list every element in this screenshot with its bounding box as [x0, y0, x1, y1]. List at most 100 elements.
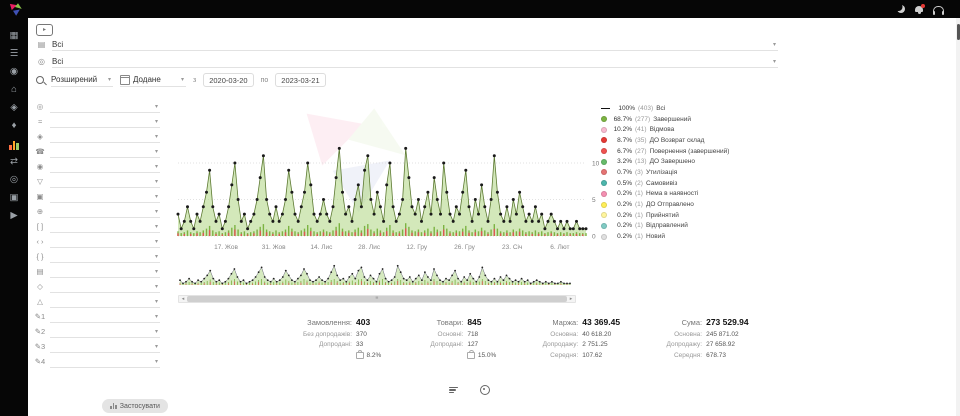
store-icon[interactable]: ⌂: [6, 84, 22, 96]
orders-icon[interactable]: ☰: [6, 48, 22, 60]
legend-count: (1): [635, 201, 643, 208]
utm-campaign-select[interactable]: [50, 251, 160, 263]
utm-medium-icon: ‹ ›: [34, 237, 46, 246]
legend-item[interactable]: 68.7%(277)Завершений: [601, 114, 729, 125]
utm-medium-select[interactable]: [50, 236, 160, 248]
dashboard-icon[interactable]: ▦: [6, 30, 22, 42]
top-filter-row-3: Розширений Додане з 2020-03-20 по 2023-0…: [36, 72, 326, 88]
svg-text:5: 5: [592, 197, 596, 204]
products-icon[interactable]: ◈: [6, 102, 22, 114]
note-3-select[interactable]: [50, 341, 160, 353]
stat-sub-value: 15.0%: [467, 352, 496, 359]
status-filter-icon: ◎: [36, 57, 47, 66]
notifications-bell-icon[interactable]: [915, 6, 923, 12]
legend-item[interactable]: 0.7%(3)Утилізація: [601, 167, 729, 178]
legend-item[interactable]: 0.2%(1)Відправлений: [601, 221, 729, 232]
scroll-left-icon[interactable]: ◂: [179, 296, 187, 302]
date-field-select[interactable]: Додане: [120, 74, 186, 87]
stat-value: 403: [356, 317, 370, 327]
phone-select[interactable]: [50, 146, 160, 158]
legend-item[interactable]: 0.2%(1)Прийнятий: [601, 210, 729, 221]
legend-pct: 0.5%: [610, 180, 632, 187]
video-icon[interactable]: ▶: [6, 210, 22, 222]
utm-content-select[interactable]: [50, 281, 160, 293]
group-icon: ◈: [34, 132, 46, 141]
stat-value: 273 529.94: [706, 317, 749, 327]
filter-row-trend: ≈: [34, 114, 160, 129]
date-to-input[interactable]: 2023-03-21: [275, 73, 325, 87]
product-select[interactable]: [50, 191, 160, 203]
main-chart[interactable]: 051017. Жов31. Жов14. Лис28. Лис12. Гру2…: [176, 96, 628, 256]
funnel-select[interactable]: [50, 176, 160, 188]
legend-pct: 68.7%: [610, 116, 632, 123]
filter2-select[interactable]: Всі: [52, 55, 778, 68]
legend-item[interactable]: 0.2%(1)ДО Отправлено: [601, 199, 729, 210]
utm-term-icon: ▤: [34, 267, 46, 276]
legend-label: ДО Отправлено: [646, 201, 694, 208]
legend-item[interactable]: 10.2%(41)Відмова: [601, 124, 729, 135]
legend-item[interactable]: 0.5%(2)Самовивіз: [601, 178, 729, 189]
page-scrollbar-thumb[interactable]: [957, 24, 960, 40]
legend-item[interactable]: 0.2%(1)Новий: [601, 231, 729, 242]
legend-label: Відмова: [650, 126, 675, 133]
filter-row-site: ⊕: [34, 204, 160, 219]
order-type-icon: ▤: [36, 40, 47, 49]
mini-chart-svg[interactable]: [178, 262, 574, 290]
svg-text:6. Лют: 6. Лют: [550, 244, 569, 251]
clients-icon[interactable]: ◉: [6, 66, 22, 78]
marketing-icon[interactable]: ♦: [6, 120, 22, 132]
date-from-input[interactable]: 2020-03-20: [203, 73, 253, 87]
search-mode-select[interactable]: Розширений: [51, 74, 113, 87]
search-icon[interactable]: [36, 76, 44, 84]
note-2-select[interactable]: [50, 326, 160, 338]
info-icon[interactable]: ◎: [6, 174, 22, 186]
utm-source-select[interactable]: [50, 221, 160, 233]
filter-row-tag: △: [34, 294, 160, 309]
integrations-icon[interactable]: ⇄: [6, 156, 22, 168]
support-headset-icon[interactable]: [933, 6, 944, 13]
legend-count: (277): [635, 116, 650, 123]
tag-select[interactable]: [50, 296, 160, 308]
mini-chart-scrollbar: ◂ ▸: [178, 295, 576, 303]
utm-term-select[interactable]: [50, 266, 160, 278]
note-1-select[interactable]: [50, 311, 160, 323]
group-select[interactable]: [50, 131, 160, 143]
warehouse-icon[interactable]: ▣: [6, 192, 22, 204]
legend-dot: [601, 202, 607, 208]
legend-item[interactable]: 8.7%(35)ДО Возврат склад: [601, 135, 729, 146]
note-4-select[interactable]: [50, 356, 160, 368]
filter1-value: Всі: [52, 40, 63, 49]
stat-sub-value: 370: [356, 331, 367, 338]
theme-moon-icon[interactable]: [897, 5, 905, 13]
legend-item[interactable]: 0.2%(1)Нема в наявності: [601, 189, 729, 200]
legend-item[interactable]: 100%(403)Всі: [601, 103, 729, 114]
apply-button[interactable]: Застосувати: [102, 399, 168, 413]
product-icon: ▣: [34, 192, 46, 201]
legend-label: Новий: [646, 233, 665, 240]
scroll-right-icon[interactable]: ▸: [567, 296, 575, 302]
filter-row-note-2: ✎2: [34, 324, 160, 339]
calendar-icon: [120, 75, 130, 85]
analytics-icon[interactable]: [6, 138, 22, 150]
note-1-icon: ✎1: [34, 312, 46, 321]
stat-sub-label: Допродажу:: [522, 341, 582, 348]
legend-dot: [601, 148, 607, 154]
trend-select[interactable]: [50, 116, 160, 128]
legend-item[interactable]: 6.7%(27)Повернення (завершений): [601, 146, 729, 157]
view-settings-icon[interactable]: [480, 385, 490, 395]
filter1-select[interactable]: Всі: [52, 38, 778, 51]
scrollbar-handle[interactable]: [187, 296, 567, 302]
stat-sub-value: 27 658.92: [706, 341, 735, 348]
geo-select[interactable]: [50, 161, 160, 173]
phone-icon: ☎: [34, 147, 46, 156]
brand-logo-icon[interactable]: [7, 2, 24, 17]
status-select[interactable]: [50, 101, 160, 113]
site-select[interactable]: [50, 206, 160, 218]
legend-label: Відправлений: [646, 222, 688, 229]
filter-row-phone: ☎: [34, 144, 160, 159]
video-guide-icon[interactable]: [36, 24, 53, 36]
svg-text:23. Січ: 23. Січ: [502, 243, 522, 251]
legend-item[interactable]: 3.2%(13)ДО Завершено: [601, 156, 729, 167]
view-list-icon[interactable]: [449, 385, 458, 394]
legend-pct: 0.2%: [610, 201, 632, 208]
